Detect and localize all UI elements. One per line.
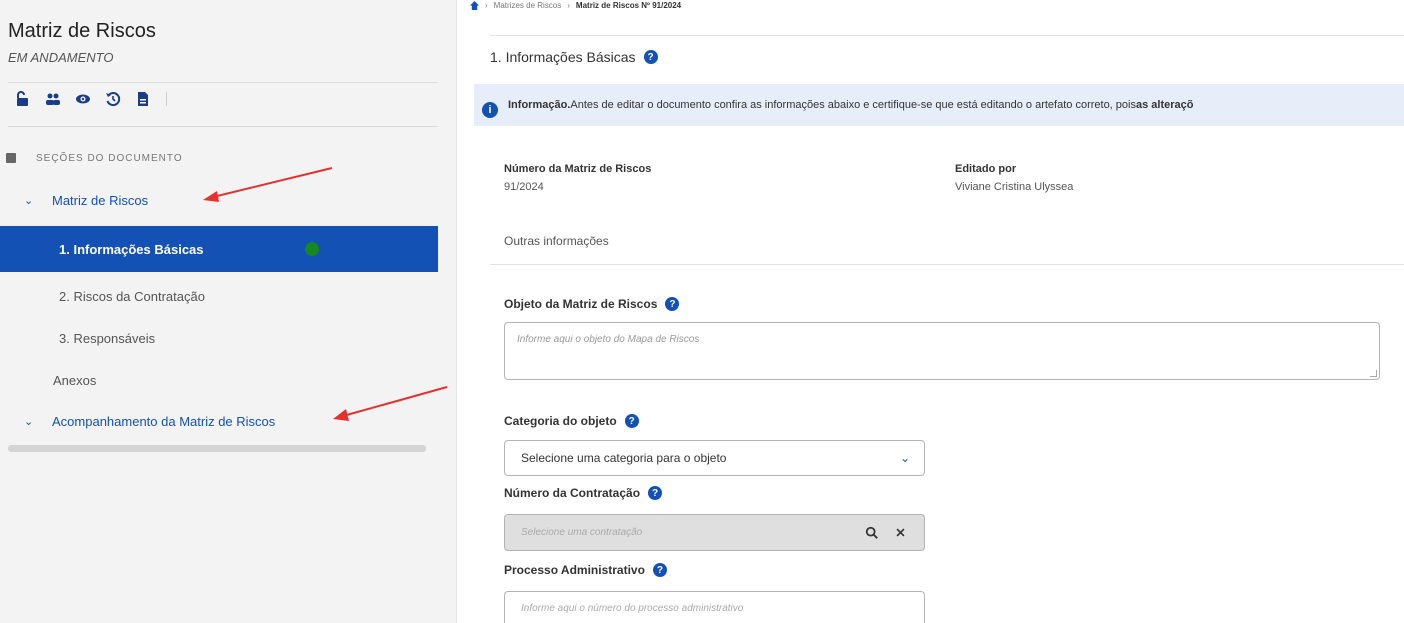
sidebar: Matriz de Riscos EM ANDAMENTO SEÇÕES DO … <box>0 0 457 623</box>
sidebar-item-informacoes-basicas[interactable]: 1. Informações Básicas <box>0 226 438 272</box>
help-icon[interactable]: ? <box>665 297 680 311</box>
sidebar-item-label: 2. Riscos da Contratação <box>59 288 205 304</box>
sidebar-item-riscos-contratacao[interactable]: 2. Riscos da Contratação <box>0 282 438 310</box>
categoria-selected: Selecione uma categoria para o objeto <box>521 451 727 465</box>
clear-icon[interactable] <box>892 525 908 541</box>
info-lead: Informação. <box>508 99 571 111</box>
unlock-icon[interactable] <box>8 87 38 111</box>
history-icon[interactable] <box>98 87 128 111</box>
objeto-label-text: Objeto da Matriz de Riscos <box>504 297 658 311</box>
chevron-down-icon: ⌄ <box>24 194 34 207</box>
nav-group-matriz[interactable]: ⌄ Matriz de Riscos <box>0 186 438 214</box>
page-title-text: 1. Informações Básicas <box>490 49 636 65</box>
toolbar-separator <box>166 92 167 106</box>
objeto-textarea[interactable]: Informe aqui o objeto do Mapa de Riscos <box>504 322 1380 380</box>
document-status: EM ANDAMENTO <box>8 50 114 65</box>
page-title: 1. Informações Básicas ? <box>490 49 658 65</box>
document-title: Matriz de Riscos <box>8 20 156 42</box>
processo-input[interactable]: Informe aqui o número do processo admini… <box>504 591 925 623</box>
sections-heading: SEÇÕES DO DOCUMENTO <box>6 153 183 164</box>
search-icon[interactable] <box>864 525 880 541</box>
info-icon: i <box>482 102 498 118</box>
chevron-down-icon: ⌄ <box>899 451 910 465</box>
sections-heading-label: SEÇÕES DO DOCUMENTO <box>36 153 183 164</box>
section-divider <box>490 264 1404 265</box>
document-toolbar <box>8 86 167 112</box>
categoria-label-text: Categoria do objeto <box>504 414 617 428</box>
help-icon[interactable]: ? <box>643 50 658 64</box>
objeto-label: Objeto da Matriz de Riscos ? <box>504 297 680 311</box>
contratacao-label-text: Número da Contratação <box>504 486 641 500</box>
breadcrumb-link[interactable]: Matrizes de Riscos <box>494 1 562 10</box>
main-content: › Matrizes de Riscos › Matriz de Riscos … <box>457 0 1404 623</box>
sidebar-item-label: 3. Responsáveis <box>59 330 156 346</box>
sidebar-item-label: Anexos <box>53 372 97 388</box>
nav-group-label: Acompanhamento da Matriz de Riscos <box>52 413 276 429</box>
help-icon[interactable]: ? <box>652 563 667 577</box>
nav-group-acompanhamento[interactable]: ⌄ Acompanhamento da Matriz de Riscos <box>0 407 438 435</box>
info-emphasis: as alteraçõ <box>1135 99 1194 111</box>
sidebar-divider <box>8 82 438 83</box>
sidebar-scrollbar[interactable] <box>8 445 426 452</box>
sidebar-item-label: 1. Informações Básicas <box>59 241 204 257</box>
info-text: Antes de editar o documento confira as i… <box>570 99 1136 111</box>
home-icon[interactable] <box>470 1 479 10</box>
eye-icon[interactable] <box>68 87 98 111</box>
sidebar-item-responsaveis[interactable]: 3. Responsáveis <box>0 324 438 352</box>
check-circle-icon <box>305 242 319 256</box>
contratacao-label: Número da Contratação ? <box>504 486 663 500</box>
info-alert: i Informação. Antes de editar o document… <box>474 84 1404 126</box>
categoria-select[interactable]: Selecione uma categoria para o objeto ⌄ <box>504 440 925 476</box>
processo-label-text: Processo Administrativo <box>504 563 645 577</box>
contratacao-search[interactable]: Selecione uma contratação <box>504 514 925 551</box>
processo-label: Processo Administrativo ? <box>504 563 667 577</box>
header-divider <box>490 35 1404 36</box>
sections-icon <box>6 153 16 163</box>
categoria-label: Categoria do objeto ? <box>504 414 639 428</box>
other-info-toggle[interactable]: Outras informações <box>504 234 609 248</box>
breadcrumb-current: Matriz de Riscos Nº 91/2024 <box>575 1 682 10</box>
editado-label: Editado por <box>955 163 1017 175</box>
numero-label: Número da Matriz de Riscos <box>504 163 652 175</box>
sidebar-divider <box>8 126 438 127</box>
sidebar-item-anexos[interactable]: Anexos <box>0 366 438 394</box>
help-icon[interactable]: ? <box>624 414 639 428</box>
users-icon[interactable] <box>38 87 68 111</box>
processo-placeholder: Informe aqui o número do processo admini… <box>521 603 744 614</box>
numero-value: 91/2024 <box>504 181 544 193</box>
document-icon[interactable] <box>128 87 158 111</box>
editado-value: Viviane Cristina Ulyssea <box>955 181 1074 193</box>
contratacao-placeholder: Selecione uma contratação <box>521 527 643 538</box>
nav-group-label: Matriz de Riscos <box>52 192 149 208</box>
breadcrumb: › Matrizes de Riscos › Matriz de Riscos … <box>470 1 681 10</box>
chevron-down-icon: ⌄ <box>24 415 34 428</box>
resize-handle-icon[interactable] <box>1370 370 1377 377</box>
help-icon[interactable]: ? <box>648 486 663 500</box>
objeto-placeholder: Informe aqui o objeto do Mapa de Riscos <box>517 334 700 345</box>
